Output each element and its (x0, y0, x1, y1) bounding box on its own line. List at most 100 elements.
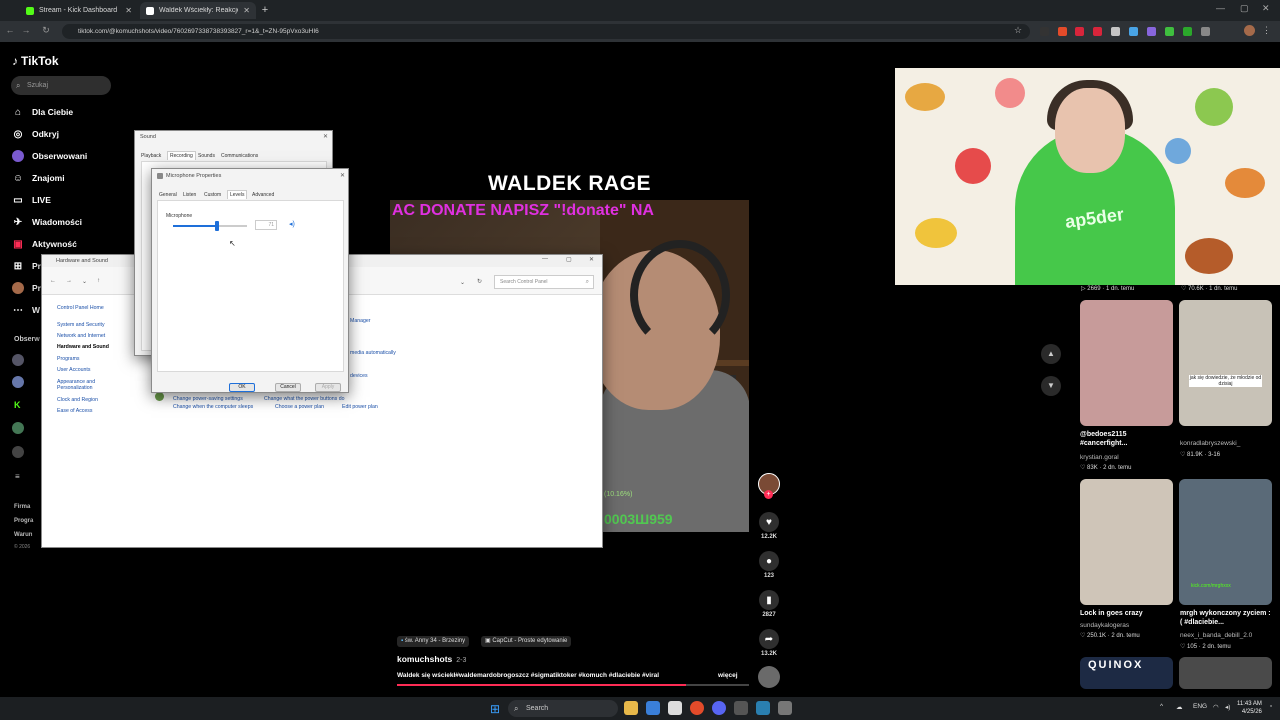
tray-chevron-icon[interactable]: ^ (1160, 703, 1163, 710)
tab-tiktok-video[interactable]: Waldek Wściekły: Reakcje na W... ✕ (140, 2, 256, 19)
bookmark-star-icon[interactable]: ☆ (1014, 25, 1022, 36)
extension-icon[interactable] (1147, 27, 1156, 36)
mic-level-value[interactable]: 71 (255, 220, 277, 230)
cp-link[interactable]: Change what the power buttons do (264, 396, 344, 402)
avatar[interactable] (12, 376, 24, 388)
cp-nav-home[interactable]: Control Panel Home (57, 305, 104, 311)
sidebar-item-explore[interactable]: ◎ Odkryj (12, 127, 59, 141)
back-icon[interactable]: ← (50, 278, 56, 284)
tab-recording[interactable]: Recording (167, 151, 196, 160)
minimize-icon[interactable]: — (1216, 3, 1225, 13)
back-icon[interactable]: ← (4, 25, 16, 35)
microphone-properties-dialog[interactable]: Microphone Properties ✕ General Listen C… (151, 168, 349, 393)
cp-link[interactable]: Change power-saving settings (173, 396, 243, 402)
location-tag[interactable]: ▪ św. Anny 34 - Brzeziny (397, 636, 470, 647)
slider-thumb[interactable] (215, 221, 220, 231)
tab-playback[interactable]: Playback (141, 153, 161, 159)
profile-avatar[interactable] (1244, 25, 1255, 36)
extension-icon[interactable] (1040, 27, 1049, 36)
more-link[interactable]: więcej (718, 672, 738, 679)
like-button[interactable]: ♥ 12.2K (759, 512, 779, 540)
capcut-tag[interactable]: ▣ CapCut - Proste edytowanie (481, 636, 572, 647)
sidebar-item-activity[interactable]: ▣ Aktywność (12, 237, 77, 251)
taskbar-clock[interactable]: 11:43 AM 4/25/26 (1237, 700, 1262, 716)
extension-icon[interactable] (1183, 27, 1192, 36)
file-explorer-icon[interactable] (624, 701, 638, 715)
rec-thumbnail[interactable]: QUINOX (1080, 657, 1173, 689)
close-icon[interactable]: ✕ (589, 256, 594, 263)
rec-title[interactable]: @bedoes2115 #cancerfight... (1080, 430, 1170, 448)
share-button[interactable]: ➦ 13.2K (759, 629, 779, 657)
cancel-button[interactable]: Cancel (275, 383, 301, 392)
extension-icon[interactable] (1111, 27, 1120, 36)
close-icon[interactable]: ✕ (340, 172, 345, 179)
video-progress-bar[interactable] (397, 684, 749, 686)
app-icon[interactable] (756, 701, 770, 715)
sidebar-item-messages[interactable]: ✈ Wiadomości (12, 215, 82, 229)
notification-icon[interactable]: ▫ (1270, 703, 1272, 710)
app-icon[interactable] (778, 701, 792, 715)
cp-nav-item-selected[interactable]: Hardware and Sound (57, 344, 109, 350)
discord-icon[interactable] (712, 701, 726, 715)
cp-link[interactable]: Choose a power plan (275, 404, 324, 410)
close-window-icon[interactable]: ✕ (1262, 3, 1270, 14)
rec-title[interactable]: mrgh wykonczony zyciem :( #dlaciebie... (1180, 609, 1272, 627)
sound-disc-icon[interactable] (758, 666, 780, 688)
footer-link[interactable]: Progra (14, 518, 33, 524)
speaker-icon[interactable]: ◂) (289, 220, 295, 228)
cp-link[interactable]: Manager (350, 318, 370, 324)
taskbar-search[interactable]: ⌕ Search (508, 700, 618, 717)
wifi-icon[interactable]: ◠ (1213, 703, 1219, 711)
cp-search-input[interactable]: Search Control Panel ⌕ (494, 275, 594, 289)
save-button[interactable]: ▮ 2827 (759, 590, 779, 618)
close-icon[interactable]: ✕ (323, 133, 328, 140)
forward-icon[interactable]: → (20, 25, 32, 35)
cp-nav-item[interactable]: User Accounts (57, 367, 90, 373)
sidebar-item-friends[interactable]: ☺ Znajomi (12, 171, 65, 185)
sidebar-item-partial[interactable]: Pr (12, 281, 41, 295)
author-line[interactable]: komuchshots 2-3 (397, 654, 466, 664)
menu-dots-icon[interactable]: ⋮ (1262, 25, 1271, 36)
rec-title[interactable]: Lock in goes crazy (1080, 609, 1143, 618)
rec-thumbnail[interactable] (1080, 479, 1173, 605)
cp-nav-item[interactable]: Programs (57, 356, 80, 362)
chevron-down-icon[interactable]: ⌄ (82, 278, 87, 285)
footer-link[interactable]: Warun (14, 532, 32, 538)
rec-user[interactable]: neex_i_banda_debill_2.0 (1180, 632, 1252, 639)
cp-nav-item[interactable]: Network and Internet (57, 333, 105, 339)
windows-start-icon[interactable]: ⊞ (490, 702, 500, 716)
tiktok-logo[interactable]: ♪ TikTok (12, 54, 59, 68)
cloud-icon[interactable]: ☁ (1176, 703, 1183, 711)
maximize-icon[interactable]: ▢ (1240, 3, 1249, 14)
tab-kick-dashboard[interactable]: Stream - Kick Dashboard ✕ (20, 2, 138, 19)
sidebar-item-following[interactable]: Obserwowani (12, 149, 87, 163)
up-icon[interactable]: ↑ (97, 278, 100, 284)
rec-thumbnail[interactable]: kick.com/mrghxxx (1179, 479, 1272, 605)
search-input[interactable]: ⌕ Szukaj (11, 76, 111, 95)
kick-icon[interactable]: K (14, 400, 21, 410)
url-field[interactable]: tiktok.com/@komuchshots/video/7602697338… (62, 24, 1030, 39)
cp-link[interactable]: Change when the computer sleeps (173, 404, 253, 410)
tab-listen[interactable]: Listen (183, 192, 196, 198)
rec-thumbnail[interactable] (1179, 657, 1272, 689)
extension-icon[interactable] (1075, 27, 1084, 36)
volume-icon[interactable]: ◂) (1225, 703, 1230, 711)
extensions-puzzle-icon[interactable] (1201, 27, 1210, 36)
footer-link[interactable]: Firma (14, 504, 30, 510)
close-icon[interactable]: ✕ (125, 6, 132, 15)
extension-icon[interactable] (1129, 27, 1138, 36)
previous-video-button[interactable]: ▲ (1041, 344, 1061, 364)
sidebar-item-partial[interactable]: ⋯ W (12, 303, 40, 317)
sidebar-item-for-you[interactable]: ⌂ Dla Ciebie (12, 105, 73, 119)
cp-link[interactable]: media automatically (350, 350, 396, 356)
avatar[interactable] (12, 354, 24, 366)
sidebar-item-partial[interactable]: ⊞ Pr (12, 259, 41, 273)
extension-icon[interactable] (1165, 27, 1174, 36)
close-icon[interactable]: ✕ (243, 6, 250, 15)
next-video-button[interactable]: ▼ (1041, 376, 1061, 396)
new-tab-button[interactable]: + (258, 3, 272, 17)
rec-user[interactable]: sundaykalogeras (1080, 622, 1129, 629)
tab-communications[interactable]: Communications (221, 153, 258, 159)
avatar[interactable] (12, 422, 24, 434)
forward-icon[interactable]: → (66, 278, 72, 284)
